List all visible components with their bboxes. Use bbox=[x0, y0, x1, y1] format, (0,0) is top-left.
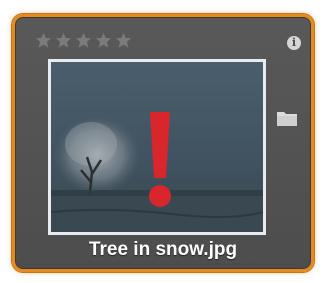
star-icon[interactable] bbox=[75, 32, 92, 49]
open-external-button[interactable] bbox=[178, 234, 210, 235]
star-icon[interactable] bbox=[55, 32, 72, 49]
media-thumbnail[interactable] bbox=[48, 59, 266, 235]
file-name-label: Tree in snow.jpg bbox=[88, 239, 238, 260]
folder-icon[interactable] bbox=[276, 109, 298, 127]
star-icon[interactable] bbox=[95, 32, 112, 49]
info-icon[interactable]: i bbox=[287, 36, 301, 50]
star-icon[interactable] bbox=[35, 32, 52, 49]
exclamation-warning-icon bbox=[149, 112, 171, 207]
star-rating[interactable] bbox=[35, 32, 132, 49]
media-card[interactable]: i Tree in snow.jpg bbox=[12, 14, 314, 272]
star-icon[interactable] bbox=[115, 32, 132, 49]
